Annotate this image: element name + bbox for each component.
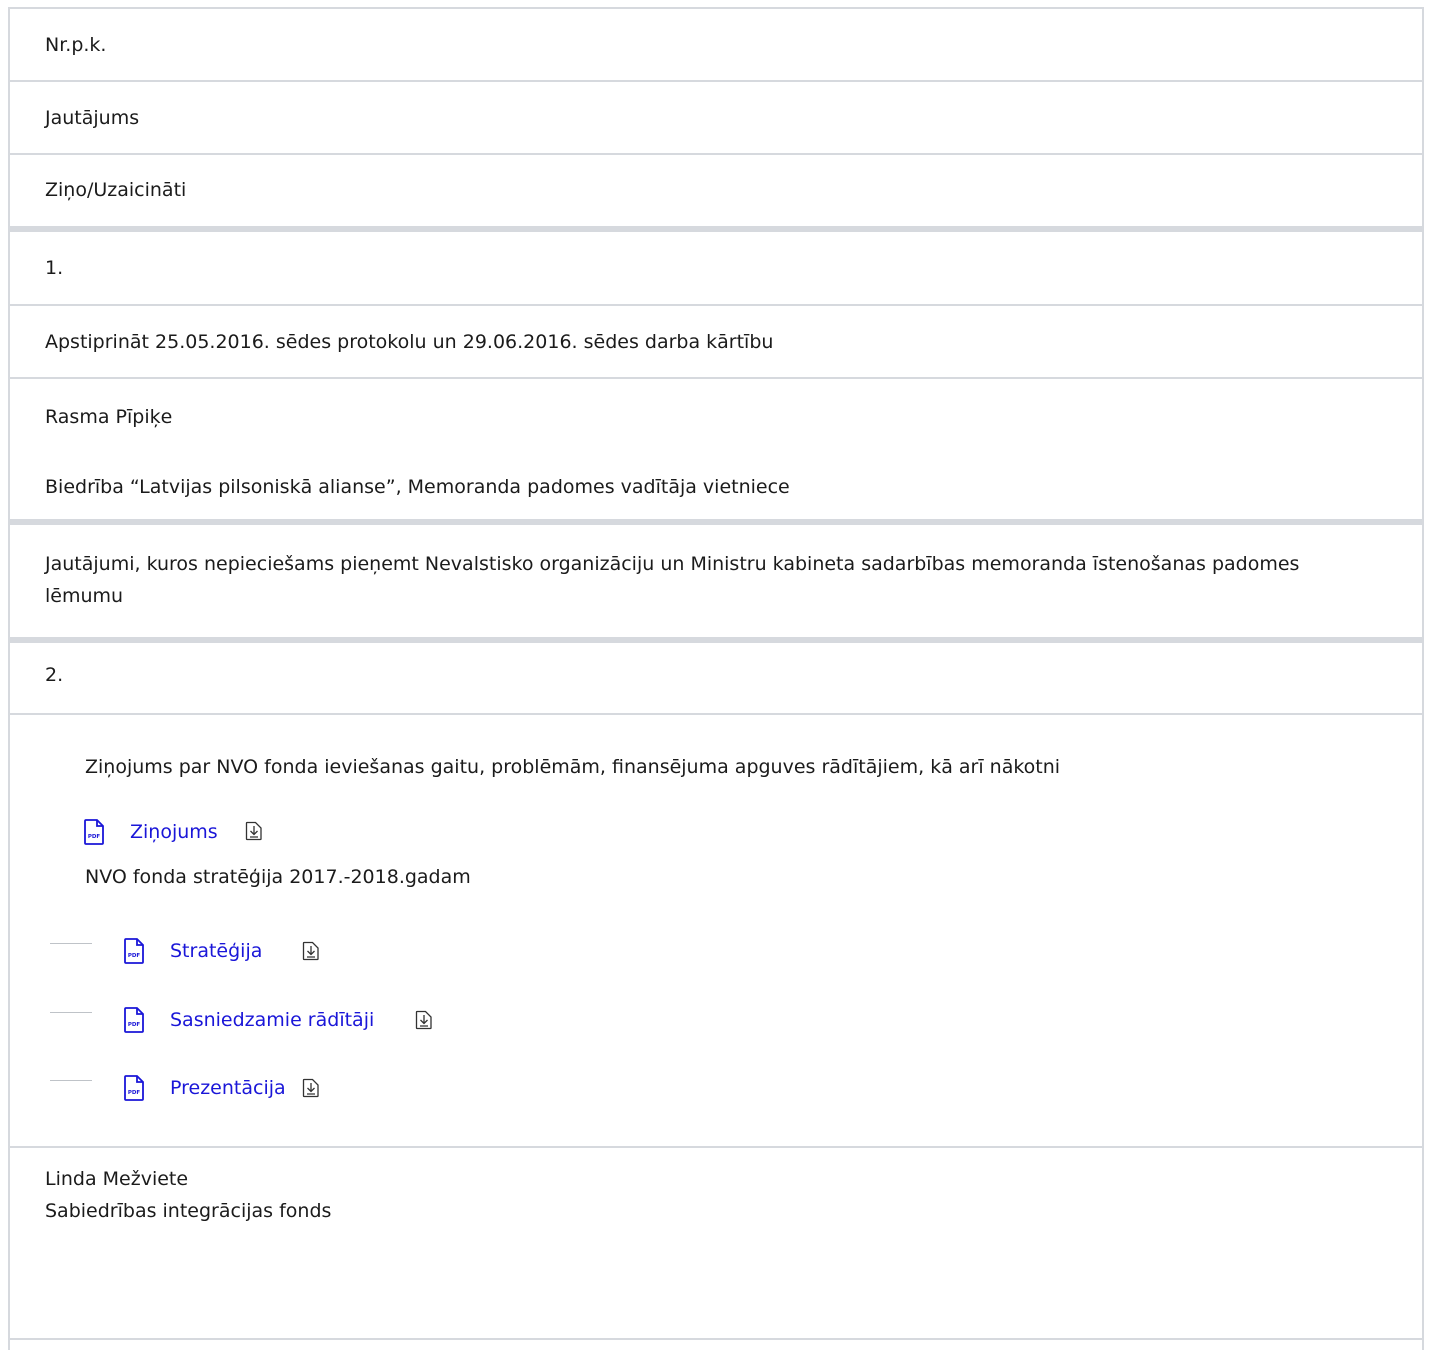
item1-row-question: Apstiprināt 25.05.2016. sēdes protokolu … (10, 306, 1422, 379)
pdf-file-icon: PDF (124, 1007, 144, 1033)
list-marker (50, 943, 92, 944)
presentation-link[interactable]: Prezentācija (170, 1072, 286, 1104)
item2-row-question: Ziņojums par NVO fonda ieviešanas gaitu,… (10, 715, 1422, 1148)
header-row-question: Jautājums (10, 82, 1422, 155)
item2-report-title: Ziņojums par NVO fonda ieviešanas gaitu,… (85, 756, 1061, 778)
svg-text:PDF: PDF (128, 1022, 141, 1028)
list-marker (50, 1012, 92, 1013)
item1-row-nr: 1. (10, 232, 1422, 306)
download-icon[interactable] (302, 1078, 320, 1098)
item1-row-presenter: Rasma Pīpiķe Biedrība “Latvijas pilsonis… (10, 379, 1422, 525)
indicators-link[interactable]: Sasniedzamie rādītāji (170, 1004, 374, 1036)
list-marker (50, 1080, 92, 1081)
download-icon[interactable] (415, 1010, 433, 1030)
pdf-file-icon: PDF (124, 1075, 144, 1101)
item1-question: Apstiprināt 25.05.2016. sēdes protokolu … (45, 331, 774, 353)
item2-strategy-title: NVO fonda stratēģija 2017.-2018.gadam (85, 866, 471, 888)
section-text: Jautājumi, kuros nepieciešams pieņemt Ne… (45, 553, 1300, 607)
item1-presenter-org: Biedrība “Latvijas pilsoniskā alianse”, … (45, 476, 790, 498)
item1-presenter-name: Rasma Pīpiķe (45, 406, 173, 428)
agenda-table: Nr.p.k. Jautājums Ziņo/Uzaicināti 1. Aps… (8, 7, 1424, 1350)
item2-presenter-name: Linda Mežviete (45, 1168, 189, 1190)
svg-text:PDF: PDF (128, 1090, 141, 1096)
item1-nr: 1. (45, 257, 64, 279)
pdf-file-icon: PDF (124, 938, 144, 964)
item2-row-presenter: Linda Mežviete Sabiedrības integrācijas … (10, 1148, 1422, 1340)
download-icon[interactable] (245, 821, 263, 841)
header-nr: Nr.p.k. (45, 34, 107, 56)
svg-text:PDF: PDF (128, 953, 141, 959)
header-row-presenter: Ziņo/Uzaicināti (10, 155, 1422, 232)
pdf-file-icon: PDF (84, 819, 104, 845)
header-presenter: Ziņo/Uzaicināti (45, 179, 187, 201)
section-row: Jautājumi, kuros nepieciešams pieņemt Ne… (10, 525, 1422, 643)
header-row-nr: Nr.p.k. (10, 9, 1422, 82)
item2-row-nr: 2. (10, 643, 1422, 715)
svg-text:PDF: PDF (88, 834, 101, 840)
header-question: Jautājums (45, 107, 140, 129)
strategy-link[interactable]: Stratēģija (170, 935, 262, 967)
download-icon[interactable] (302, 941, 320, 961)
report-link[interactable]: Ziņojums (130, 816, 218, 848)
item2-nr: 2. (45, 664, 64, 686)
item2-presenter-org: Sabiedrības integrācijas fonds (45, 1200, 332, 1222)
